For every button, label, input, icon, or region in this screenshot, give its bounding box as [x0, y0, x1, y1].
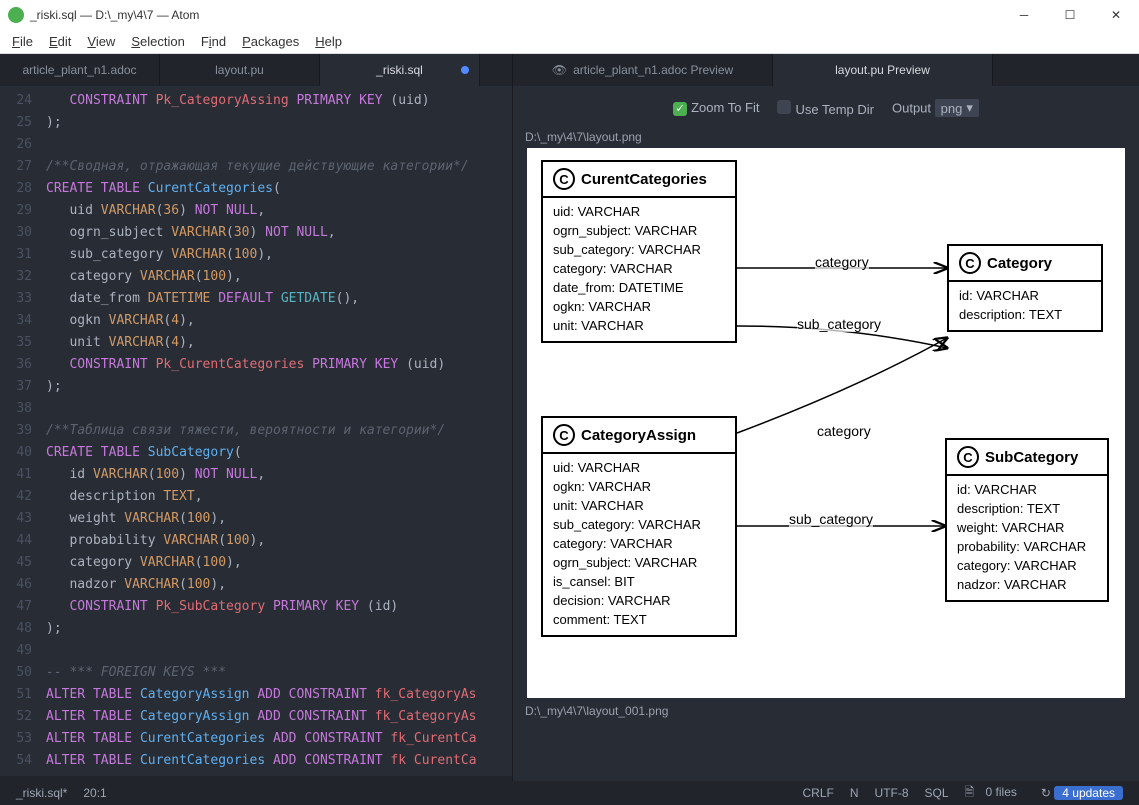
- entity-curentcategories: CCurentCategories uid: VARCHARogrn_subje…: [541, 160, 737, 343]
- status-updates[interactable]: ↻ 4 updates: [1033, 786, 1131, 800]
- tab-preview-layout[interactable]: layout.pu Preview: [773, 54, 993, 86]
- entity-subcategory: CSubCategory id: VARCHARdescription: TEX…: [945, 438, 1109, 602]
- entity-category: CCategory id: VARCHARdescription: TEXT: [947, 244, 1103, 332]
- eye-icon: 👁: [552, 63, 567, 77]
- app-icon: [8, 7, 24, 23]
- preview-diagram: category sub_category category sub_categ…: [527, 148, 1125, 698]
- right-tabs: 👁article_plant_n1.adoc Preview layout.pu…: [513, 54, 1139, 86]
- status-lang[interactable]: SQL: [917, 786, 957, 800]
- rel-label: category: [817, 423, 871, 439]
- tab-layout[interactable]: layout.pu: [160, 54, 320, 86]
- statusbar: _riski.sql* 20:1 CRLF N UTF-8 SQL 🗎 0 fi…: [0, 781, 1139, 805]
- tab-article[interactable]: article_plant_n1.adoc: [0, 54, 160, 86]
- rel-label: category: [815, 254, 869, 270]
- status-eol[interactable]: CRLF: [795, 786, 842, 800]
- status-file[interactable]: _riski.sql*: [8, 786, 75, 800]
- menu-file[interactable]: File: [4, 32, 41, 51]
- menu-edit[interactable]: Edit: [41, 32, 79, 51]
- output-format-select[interactable]: png ▾: [935, 99, 979, 117]
- preview-toolbar: ✓Zoom To Fit Use Temp Dir Output png ▾: [513, 86, 1139, 130]
- menu-selection[interactable]: Selection: [123, 32, 192, 51]
- status-enc[interactable]: UTF-8: [867, 786, 917, 800]
- menu-view[interactable]: View: [79, 32, 123, 51]
- status-pos[interactable]: 20:1: [75, 786, 114, 800]
- preview-path-bottom: D:\_my\4\7\layout_001.png: [513, 704, 1139, 722]
- use-temp-dir-toggle[interactable]: Use Temp Dir: [777, 100, 874, 117]
- preview-path-top: D:\_my\4\7\layout.png: [513, 130, 1139, 148]
- status-git[interactable]: 🗎 0 files: [957, 783, 1033, 804]
- tab-riski-sql[interactable]: _riski.sql: [320, 54, 480, 86]
- entity-categoryassign: CCategoryAssign uid: VARCHARogkn: VARCHA…: [541, 416, 737, 637]
- tab-preview-article[interactable]: 👁article_plant_n1.adoc Preview: [513, 54, 773, 86]
- rel-label: sub_category: [789, 511, 873, 527]
- modified-dot-icon: [461, 66, 469, 74]
- code-editor[interactable]: CONSTRAINT Pk_CategoryAssing PRIMARY KEY…: [42, 86, 512, 776]
- menu-packages[interactable]: Packages: [234, 32, 307, 51]
- line-gutter: 2425262728293031323334353637383940414243…: [0, 86, 42, 776]
- titlebar: _riski.sql — D:\_my\4\7 — Atom ─ ☐ ✕: [0, 0, 1139, 30]
- close-button[interactable]: ✕: [1093, 0, 1139, 30]
- zoom-to-fit-toggle[interactable]: ✓Zoom To Fit: [673, 100, 759, 116]
- menubar: File Edit View Selection Find Packages H…: [0, 30, 1139, 54]
- status-norm[interactable]: N: [842, 786, 867, 800]
- menu-find[interactable]: Find: [193, 32, 234, 51]
- menu-help[interactable]: Help: [307, 32, 350, 51]
- rel-label: sub_category: [797, 316, 881, 332]
- window-title: _riski.sql — D:\_my\4\7 — Atom: [30, 8, 1001, 22]
- minimize-button[interactable]: ─: [1001, 0, 1047, 30]
- maximize-button[interactable]: ☐: [1047, 0, 1093, 30]
- left-tabs: article_plant_n1.adoc layout.pu _riski.s…: [0, 54, 512, 86]
- output-label: Output png ▾: [892, 99, 979, 117]
